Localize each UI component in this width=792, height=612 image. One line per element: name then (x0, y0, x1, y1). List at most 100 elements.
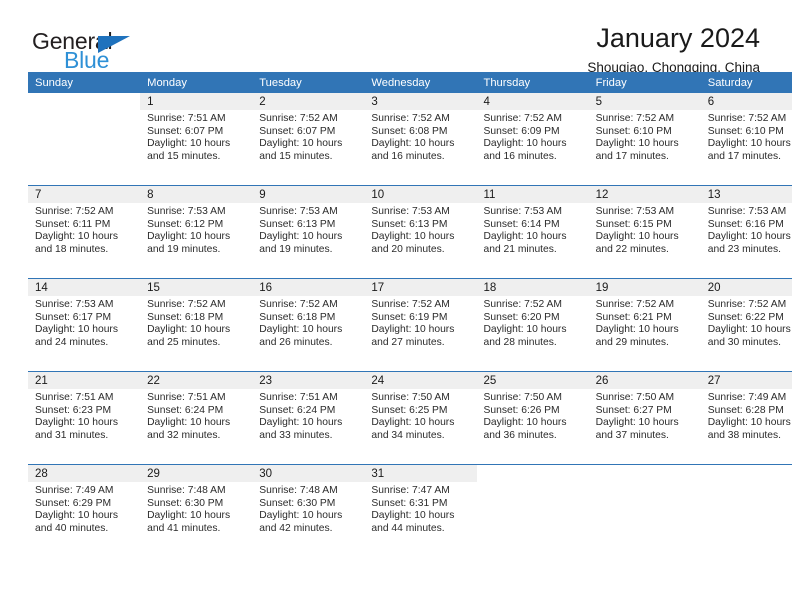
day-number[interactable]: 8 (140, 185, 253, 203)
day-number[interactable]: 18 (476, 278, 589, 296)
day-info-line: and 26 minutes. (259, 336, 333, 348)
weekday-header-friday: Friday (595, 76, 627, 89)
day-number[interactable]: 9 (252, 185, 365, 203)
day-cell[interactable]: Sunrise: 7:53 AM Sunset: 6:17 PM Daylight:… (28, 296, 141, 372)
day-cell[interactable]: Sunrise: 7:52 AM Sunset: 6:19 PM Daylight:… (364, 296, 477, 372)
day-cell[interactable]: Sunrise: 7:52 AM Sunset: 6:09 PM Daylight:… (476, 110, 589, 186)
day-info-line: Sunset: 6:19 PM (371, 311, 448, 323)
day-info-line: Daylight: 10 hours (35, 417, 118, 429)
day-cell[interactable]: Sunrise: 7:51 AM Sunset: 6:24 PM Daylight:… (252, 389, 365, 465)
day-number[interactable]: 21 (28, 371, 141, 389)
day-cell[interactable]: Sunrise: 7:47 AM Sunset: 6:31 PM Daylight:… (364, 482, 477, 557)
day-info-line: Sunset: 6:22 PM (707, 311, 784, 323)
day-number[interactable]: 16 (252, 278, 365, 296)
day-info-line: Sunrise: 7:51 AM (147, 392, 226, 403)
day-cell[interactable]: Sunrise: 7:48 AM Sunset: 6:30 PM Daylight:… (252, 482, 365, 557)
day-number[interactable]: 17 (364, 278, 477, 296)
day-number[interactable]: 25 (476, 371, 589, 389)
day-cell[interactable]: Sunrise: 7:51 AM Sunset: 6:24 PM Daylight:… (140, 389, 253, 465)
day-info-line: and 41 minutes. (147, 522, 221, 534)
day-info-line: and 22 minutes. (595, 243, 669, 255)
day-number[interactable]: 24 (364, 371, 477, 389)
day-info-line: Daylight: 10 hours (483, 138, 567, 150)
day-number[interactable]: 23 (252, 371, 365, 389)
day-info-line: Daylight: 10 hours (35, 231, 118, 243)
day-cell[interactable]: Sunrise: 7:50 AM Sunset: 6:27 PM Daylight:… (588, 389, 701, 465)
day-number[interactable]: 13 (700, 185, 792, 203)
day-info-line: and 19 minutes. (259, 243, 333, 255)
day-cell[interactable]: Sunrise: 7:52 AM Sunset: 6:10 PM Daylight:… (588, 110, 701, 186)
day-number[interactable]: 4 (476, 93, 589, 110)
day-number[interactable]: 1 (140, 93, 253, 110)
day-cell[interactable]: Sunrise: 7:52 AM Sunset: 6:20 PM Daylight:… (476, 296, 589, 372)
day-cell[interactable]: Sunrise: 7:49 AM Sunset: 6:28 PM Daylight:… (700, 389, 792, 465)
day-cell[interactable]: Sunrise: 7:52 AM Sunset: 6:10 PM Daylight:… (700, 110, 792, 186)
day-number[interactable]: 2 (252, 93, 365, 110)
day-cell[interactable]: Sunrise: 7:52 AM Sunset: 6:18 PM Daylight:… (252, 296, 365, 372)
day-number[interactable]: 11 (476, 185, 589, 203)
day-info-line: Sunrise: 7:52 AM (259, 299, 338, 310)
day-cell[interactable]: Sunrise: 7:53 AM Sunset: 6:13 PM Daylight:… (364, 203, 477, 279)
day-info-line: Sunset: 6:10 PM (707, 125, 784, 137)
day-number-empty (28, 93, 141, 110)
day-number[interactable]: 19 (588, 278, 701, 296)
day-info-line: Daylight: 10 hours (595, 324, 679, 336)
day-cell[interactable]: Sunrise: 7:53 AM Sunset: 6:15 PM Daylight:… (588, 203, 701, 279)
day-cell[interactable]: Sunrise: 7:52 AM Sunset: 6:11 PM Daylight:… (28, 203, 141, 279)
day-cell[interactable]: Sunrise: 7:52 AM Sunset: 6:22 PM Daylight:… (700, 296, 792, 372)
day-info-line: Sunset: 6:31 PM (371, 497, 448, 509)
day-number[interactable]: 27 (700, 371, 792, 389)
day-info-line: and 40 minutes. (35, 522, 109, 534)
day-info-line: Daylight: 10 hours (259, 324, 343, 336)
day-info-line: Daylight: 10 hours (483, 231, 567, 243)
brand-name-blue: Blue (64, 47, 110, 73)
day-number[interactable]: 5 (588, 93, 701, 110)
day-cell[interactable]: Sunrise: 7:52 AM Sunset: 6:21 PM Daylight:… (588, 296, 701, 372)
day-info-line: and 28 minutes. (483, 336, 557, 348)
day-cell[interactable]: Sunrise: 7:52 AM Sunset: 6:08 PM Daylight:… (364, 110, 477, 186)
day-cell[interactable]: Sunrise: 7:53 AM Sunset: 6:13 PM Daylight:… (252, 203, 365, 279)
day-cell[interactable]: Sunrise: 7:51 AM Sunset: 6:07 PM Daylight:… (140, 110, 253, 186)
day-cell[interactable]: Sunrise: 7:50 AM Sunset: 6:26 PM Daylight:… (476, 389, 589, 465)
weekday-header-sunday: Sunday (35, 76, 73, 89)
day-cell[interactable]: Sunrise: 7:52 AM Sunset: 6:07 PM Daylight:… (252, 110, 365, 186)
day-info-line: Sunset: 6:24 PM (147, 404, 224, 416)
week-daynumber-row: 7 8 9 10 11 12 13 (28, 185, 792, 203)
weekday-header-tuesday: Tuesday (259, 76, 302, 89)
day-number[interactable]: 22 (140, 371, 253, 389)
day-number[interactable]: 10 (364, 185, 477, 203)
day-cell[interactable]: Sunrise: 7:51 AM Sunset: 6:23 PM Daylight:… (28, 389, 141, 465)
day-number[interactable]: 3 (364, 93, 477, 110)
day-number[interactable]: 6 (700, 93, 792, 110)
day-number[interactable]: 30 (252, 464, 365, 482)
day-number[interactable]: 20 (700, 278, 792, 296)
day-number-empty (700, 464, 792, 482)
day-info-line: Sunrise: 7:52 AM (35, 206, 114, 217)
day-number[interactable]: 31 (364, 464, 477, 482)
day-number[interactable]: 29 (140, 464, 253, 482)
day-number[interactable]: 12 (588, 185, 701, 203)
day-number[interactable]: 28 (28, 464, 141, 482)
day-info-line: Daylight: 10 hours (371, 417, 455, 429)
day-cell[interactable]: Sunrise: 7:53 AM Sunset: 6:14 PM Daylight:… (476, 203, 589, 279)
day-info-line: Daylight: 10 hours (147, 138, 231, 150)
day-info-line: Sunrise: 7:53 AM (707, 206, 787, 217)
day-number[interactable]: 7 (28, 185, 141, 203)
day-info-line: Sunset: 6:29 PM (35, 497, 112, 509)
day-info-line: and 44 minutes. (371, 522, 445, 534)
day-info-line: Daylight: 10 hours (595, 231, 679, 243)
day-number[interactable]: 14 (28, 278, 141, 296)
day-info-line: Sunrise: 7:52 AM (371, 113, 450, 124)
day-info-line: Daylight: 10 hours (371, 510, 455, 522)
day-cell[interactable]: Sunrise: 7:48 AM Sunset: 6:30 PM Daylight:… (140, 482, 253, 557)
day-cell[interactable]: Sunrise: 7:49 AM Sunset: 6:29 PM Daylight:… (28, 482, 141, 557)
day-cell[interactable]: Sunrise: 7:53 AM Sunset: 6:12 PM Daylight:… (140, 203, 253, 279)
day-info-line: Sunset: 6:30 PM (259, 497, 336, 509)
day-number[interactable]: 15 (140, 278, 253, 296)
day-info-line: Daylight: 10 hours (707, 231, 791, 243)
day-cell[interactable]: Sunrise: 7:53 AM Sunset: 6:16 PM Daylight:… (700, 203, 792, 279)
day-cell[interactable]: Sunrise: 7:50 AM Sunset: 6:25 PM Daylight:… (364, 389, 477, 465)
day-number[interactable]: 26 (588, 371, 701, 389)
day-cell[interactable]: Sunrise: 7:52 AM Sunset: 6:18 PM Daylight:… (140, 296, 253, 372)
day-info-line: and 21 minutes. (483, 243, 557, 255)
